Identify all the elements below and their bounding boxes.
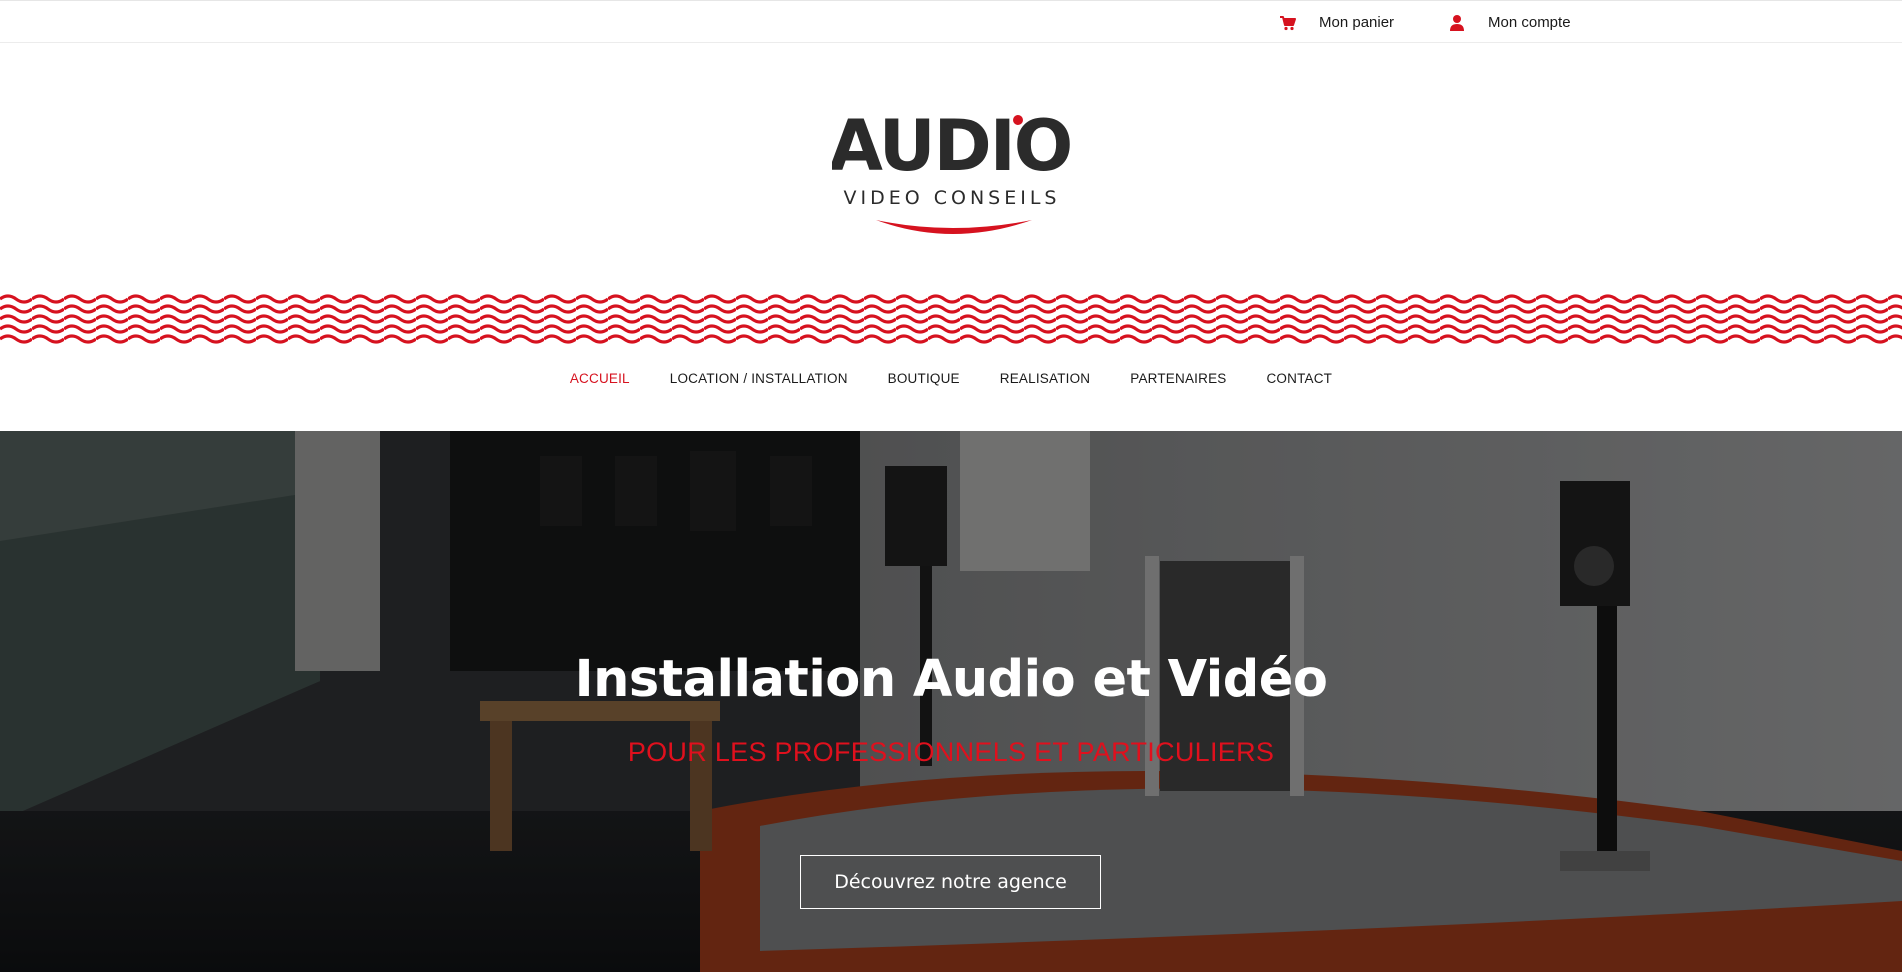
account-label: Mon compte (1488, 14, 1571, 31)
nav-item-realisation[interactable]: REALISATION (980, 371, 1110, 386)
site-logo[interactable]: AUDIO VIDEO CONSEILS (829, 105, 1073, 244)
shopping-cart-icon (1279, 14, 1297, 32)
logo-main-text: AUDIO (832, 108, 1070, 187)
discover-agency-button[interactable]: Découvrez notre agence (800, 855, 1101, 909)
hero-title: Installation Audio et Vidéo (574, 650, 1328, 709)
logo-sub-text: VIDEO CONSEILS (844, 187, 1061, 209)
user-icon (1448, 14, 1466, 32)
hero-banner: Installation Audio et Vidéo POUR LES PRO… (0, 431, 1902, 972)
cart-label: Mon panier (1319, 14, 1395, 31)
hero-subtitle: POUR LES PROFESSIONNELS ET PARTICULIERS (627, 737, 1275, 767)
decorative-wave-band (0, 293, 1902, 347)
nav-item-contact[interactable]: CONTACT (1246, 371, 1352, 386)
nav-item-partenaires[interactable]: PARTENAIRES (1110, 371, 1246, 386)
account-link[interactable]: Mon compte (1448, 1, 1571, 44)
nav-item-accueil[interactable]: ACCUEIL (550, 371, 650, 386)
nav-item-boutique[interactable]: BOUTIQUE (868, 371, 980, 386)
cart-link[interactable]: Mon panier (1279, 1, 1394, 44)
main-nav: ACCUEIL LOCATION / INSTALLATION BOUTIQUE… (0, 360, 1902, 396)
nav-item-location-installation[interactable]: LOCATION / INSTALLATION (650, 371, 868, 386)
top-bar: Mon panier Mon compte (0, 0, 1902, 43)
